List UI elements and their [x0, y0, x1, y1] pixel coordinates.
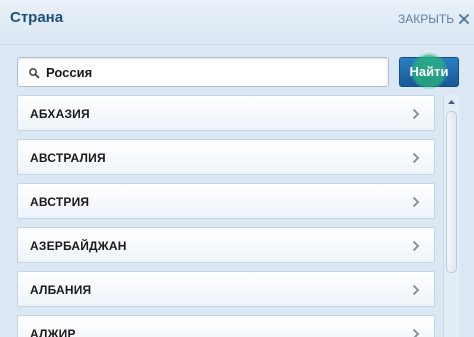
- header-divider: [0, 44, 474, 45]
- chevron-right-icon: [412, 107, 420, 120]
- chevron-right-icon: [412, 239, 420, 252]
- scrollbar-thumb[interactable]: [446, 111, 457, 273]
- chevron-right-icon: [412, 151, 420, 164]
- find-button-label: Найти: [409, 64, 449, 79]
- country-name: АЛЖИР: [30, 327, 76, 337]
- close-button[interactable]: ЗАКРЫТЬ: [398, 12, 470, 26]
- country-name: АЛБАНИЯ: [30, 283, 92, 297]
- country-name: АВСТРАЛИЯ: [30, 151, 106, 165]
- list-item[interactable]: АЛЖИР: [17, 315, 435, 337]
- country-name: АЗЕРБАЙДЖАН: [30, 239, 127, 253]
- country-dialog: Страна ЗАКРЫТЬ Найти АБХАЗИЯ: [0, 0, 474, 337]
- list-item[interactable]: АБХАЗИЯ: [17, 95, 435, 131]
- search-box[interactable]: [17, 57, 389, 87]
- find-button[interactable]: Найти: [399, 55, 459, 87]
- dialog-title: Страна: [10, 9, 64, 26]
- chevron-right-icon: [412, 327, 420, 337]
- list-item[interactable]: АВСТРИЯ: [17, 183, 435, 219]
- dialog-header: Страна ЗАКРЫТЬ: [0, 0, 474, 40]
- list-item[interactable]: АВСТРАЛИЯ: [17, 139, 435, 175]
- close-label: ЗАКРЫТЬ: [398, 12, 455, 26]
- search-icon: [28, 66, 40, 79]
- country-name: АВСТРИЯ: [30, 195, 90, 209]
- chevron-right-icon: [412, 195, 420, 208]
- list-item[interactable]: АЛБАНИЯ: [17, 271, 435, 307]
- chevron-right-icon: [412, 283, 420, 296]
- scroll-up-icon[interactable]: [444, 95, 459, 109]
- close-icon: [458, 13, 470, 25]
- search-input[interactable]: [46, 62, 376, 82]
- scrollbar[interactable]: [443, 95, 459, 337]
- country-name: АБХАЗИЯ: [30, 107, 90, 121]
- country-list: АБХАЗИЯ АВСТРАЛИЯ АВСТРИЯ АЗЕРБАЙДЖАН АЛ…: [17, 95, 437, 337]
- list-item[interactable]: АЗЕРБАЙДЖАН: [17, 227, 435, 263]
